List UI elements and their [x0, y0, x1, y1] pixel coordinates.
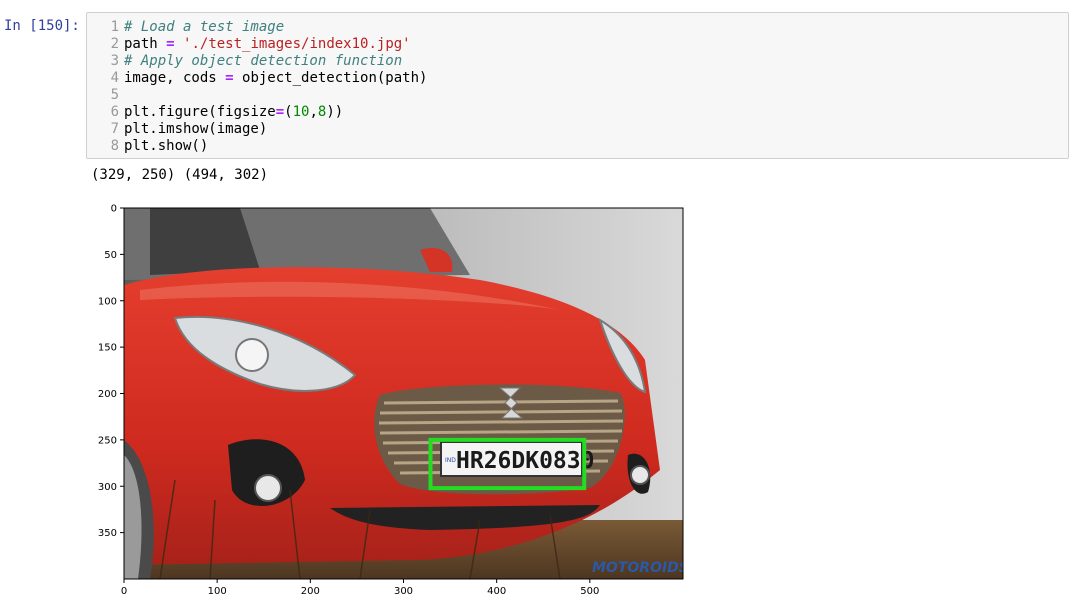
- y-tick-label: 150: [98, 343, 117, 354]
- line-number: 8: [110, 138, 119, 154]
- y-tick-label: 100: [98, 296, 117, 307]
- code-call: object_detection(path): [233, 70, 428, 86]
- x-tick-label: 500: [580, 586, 599, 597]
- y-tick-label: 250: [98, 435, 117, 446]
- line-number: 6: [110, 104, 119, 120]
- x-tick-label: 0: [121, 586, 127, 597]
- code-string: './test_images/index10.jpg': [183, 36, 411, 52]
- line-number: 7: [110, 121, 119, 137]
- x-tick-label: 400: [487, 586, 506, 597]
- watermark-logo: MOTOROIDS: [592, 560, 689, 576]
- code-call: plt.figure(figsize: [124, 104, 276, 120]
- cell-output-text: (329, 250) (494, 302): [91, 167, 269, 183]
- code-line: plt.figure(figsize=(10,8)): [124, 104, 427, 121]
- code-call: plt.show(): [124, 138, 209, 154]
- plate-label: HR26DK0830: [456, 448, 594, 474]
- cell-prompt: In [150]:: [4, 18, 80, 34]
- code-operator: =: [275, 104, 285, 120]
- code-line: plt.imshow(image): [124, 121, 427, 138]
- code-line: path = './test_images/index10.jpg': [124, 36, 427, 53]
- line-number: 3: [110, 53, 119, 69]
- plot-axes-frame: [123, 207, 684, 580]
- code-paren: (: [284, 104, 293, 120]
- line-number: 1: [110, 19, 119, 35]
- code-number: 10: [292, 104, 310, 120]
- code-line: image, cods = object_detection(path): [124, 70, 427, 87]
- code-line: # Apply object detection function: [124, 53, 427, 70]
- y-tick-label: 50: [104, 250, 117, 261]
- x-tick-label: 300: [394, 586, 413, 597]
- code-paren: )): [326, 104, 344, 120]
- y-tick-label: 300: [98, 482, 117, 493]
- x-tick-label: 100: [208, 586, 227, 597]
- car-photo: HR26DK0830 IND MOTOROIDS: [124, 208, 689, 579]
- code-cell-editor[interactable]: 1 2 3 4 5 6 7 8 # Load a test image path…: [86, 12, 1069, 159]
- line-number: 4: [110, 70, 119, 86]
- code-comma: ,: [309, 104, 318, 120]
- line-number-gutter: 1 2 3 4 5 6 7 8: [87, 19, 119, 155]
- code-call: plt.imshow(image): [124, 121, 268, 137]
- code-line: plt.show(): [124, 138, 427, 155]
- y-tick-label: 0: [111, 204, 117, 215]
- code-operator: =: [225, 70, 234, 86]
- detection-bounding-box: [428, 437, 587, 491]
- code-lines: # Load a test image path = './test_image…: [124, 19, 427, 155]
- code-identifier: image, cods: [124, 70, 226, 86]
- code-identifier: path: [124, 36, 167, 52]
- license-plate: [440, 441, 583, 477]
- code-comment: # Apply object detection function: [124, 53, 403, 69]
- code-operator: =: [166, 36, 175, 52]
- code-line: # Load a test image: [124, 19, 427, 36]
- plate-country-label: IND: [445, 457, 456, 464]
- line-number: 2: [110, 36, 119, 52]
- y-tick-label: 350: [98, 528, 117, 539]
- line-number: 5: [110, 87, 119, 103]
- x-tick-label: 200: [301, 586, 320, 597]
- y-tick-label: 200: [98, 389, 117, 400]
- code-comment: # Load a test image: [124, 19, 285, 35]
